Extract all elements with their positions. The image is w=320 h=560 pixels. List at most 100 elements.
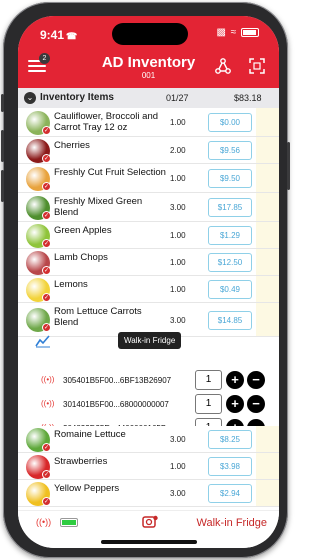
section-total: $83.18 (234, 93, 262, 103)
row-edge (256, 453, 279, 479)
sensor-quantity-input[interactable]: 1 (195, 394, 222, 414)
inventory-list-bottom: ✓ Romaine Lettuce 3.00 $8.25 ✓ Strawberries 1.… (18, 426, 279, 507)
bell-icon: ☎ (66, 31, 78, 41)
item-quantity: 3.00 (170, 315, 186, 325)
page-subtitle: 001 (141, 71, 156, 80)
checkmark-icon: ✓ (42, 153, 51, 163)
minus-icon[interactable]: − (247, 371, 265, 389)
item-price-field[interactable]: $1.29 (208, 226, 252, 245)
list-item[interactable]: ✓ Strawberries 1.00 $3.98 (18, 453, 279, 480)
phone-screen: 9:41 ☎ ▩ ≈ 2 AD Inventory 001 ⌄ Inventor… (18, 16, 279, 548)
sensor-row: ((•)) 305401B5F00...6BF13B26907 1 + − (18, 369, 279, 393)
item-quantity: 1.00 (170, 462, 186, 471)
item-quantity: 3.00 (170, 435, 186, 444)
app-header: 9:41 ☎ ▩ ≈ 2 AD Inventory 001 (18, 16, 279, 88)
chevron-down-icon[interactable]: ⌄ (24, 92, 36, 104)
checkmark-icon: ✓ (42, 323, 51, 332)
row-edge (256, 303, 279, 336)
row-edge (256, 164, 279, 192)
battery-icon (60, 518, 78, 527)
checkmark-icon: ✓ (42, 125, 51, 135)
list-item[interactable]: ✓ Freshly Mixed Green Blend 3.00 $17.85 (18, 193, 279, 222)
row-edge (256, 249, 279, 275)
item-price-field[interactable]: $14.85 (208, 310, 252, 330)
list-item[interactable]: ✓ Yellow Peppers 3.00 $2.94 (18, 480, 279, 507)
dynamic-island (112, 23, 188, 45)
list-item[interactable]: ✓ Green Apples 1.00 $1.29 (18, 222, 279, 249)
sensor-id: 305401B5F00...6BF13B26907 (63, 376, 172, 385)
page-title: AD Inventory (101, 54, 196, 71)
item-quantity: 1.00 (170, 231, 186, 240)
checkmark-icon: ✓ (42, 292, 51, 302)
checkmark-icon: ✓ (42, 238, 51, 248)
item-name: Lemons (54, 279, 88, 290)
minus-icon[interactable]: − (247, 395, 265, 413)
camera-scan-icon[interactable] (142, 515, 158, 529)
item-price-field[interactable]: $2.94 (208, 484, 252, 503)
item-name: Romaine Lettuce (54, 429, 126, 440)
battery-icon (241, 27, 259, 37)
checkmark-icon: ✓ (42, 265, 51, 275)
rfid-signal-icon: ((•)) (41, 399, 55, 408)
item-price-field[interactable]: $9.56 (208, 141, 252, 160)
row-edge (256, 480, 279, 506)
item-name: Green Apples (54, 225, 112, 236)
section-count: 01/27 (166, 93, 189, 103)
item-name: Cauliflower, Broccoli and Carrot Tray 12… (54, 111, 159, 133)
status-indicators: ▩ ≈ (216, 27, 259, 38)
phone-frame: 9:41 ☎ ▩ ≈ 2 AD Inventory 001 ⌄ Inventor… (1, 2, 290, 558)
item-price-field[interactable]: $9.50 (208, 169, 252, 188)
item-quantity: 1.00 (170, 118, 186, 127)
hierarchy-icon[interactable] (214, 57, 232, 75)
item-price-field[interactable]: $17.85 (208, 198, 252, 217)
item-name: Strawberries (54, 456, 108, 467)
section-label: Inventory Items (40, 92, 114, 103)
list-item[interactable]: ✓ Freshly Cut Fruit Selection 1.00 $9.50 (18, 164, 279, 193)
row-edge (256, 222, 279, 248)
mute-switch (1, 94, 4, 112)
item-name: Cherries (54, 140, 90, 151)
row-edge (256, 137, 279, 163)
item-price-field[interactable]: $8.25 (208, 430, 252, 449)
trend-chart-icon[interactable] (35, 334, 51, 348)
home-indicator (101, 540, 197, 544)
sensor-row: ((•)) 301401B5F00...68000000007 1 + − (18, 393, 279, 417)
item-quantity: 3.00 (170, 489, 186, 498)
list-item[interactable]: ✓ Lamb Chops 1.00 $12.50 (18, 249, 279, 276)
volume-up-button (1, 130, 4, 162)
item-quantity: 2.00 (170, 146, 186, 155)
signal-icon: ▩ (216, 27, 227, 38)
item-name: Rom Lettuce Carrots Blend (54, 306, 142, 328)
rfid-signal-icon[interactable]: ((•)) (36, 517, 51, 527)
checkmark-icon: ✓ (42, 442, 51, 452)
sensor-id: 301401B5F00...68000000007 (63, 400, 169, 409)
item-price-field[interactable]: $0.49 (208, 280, 252, 299)
item-price-field[interactable]: $3.98 (208, 457, 252, 476)
item-quantity: 1.00 (170, 174, 186, 183)
location-tooltip: Walk-in Fridge (118, 332, 182, 349)
item-name: Yellow Peppers (54, 483, 120, 494)
scan-icon[interactable] (248, 57, 266, 75)
checkmark-icon: ✓ (42, 210, 51, 220)
sensor-quantity-input[interactable]: 1 (195, 370, 222, 390)
list-item[interactable]: ✓ Romaine Lettuce 3.00 $8.25 (18, 426, 279, 453)
checkmark-icon: ✓ (42, 469, 51, 479)
item-price-field[interactable]: $12.50 (208, 253, 252, 272)
row-edge (256, 193, 279, 221)
list-item[interactable]: ✓ Cauliflower, Broccoli and Carrot Tray 1… (18, 108, 279, 137)
plus-icon[interactable]: + (226, 395, 244, 413)
wifi-icon: ≈ (230, 27, 238, 38)
checkmark-icon: ✓ (42, 496, 51, 506)
location-label[interactable]: Walk-in Fridge (197, 517, 268, 529)
volume-down-button (1, 170, 4, 202)
plus-icon[interactable]: + (226, 371, 244, 389)
item-quantity: 1.00 (170, 285, 186, 294)
item-quantity: 3.00 (170, 203, 186, 212)
item-price-field[interactable]: $0.00 (208, 113, 252, 132)
row-edge (256, 108, 279, 136)
rfid-signal-icon: ((•)) (41, 375, 55, 384)
power-button (287, 142, 290, 190)
list-item[interactable]: ✓ Cherries 2.00 $9.56 (18, 137, 279, 164)
list-item[interactable]: ✓ Lemons 1.00 $0.49 (18, 276, 279, 303)
inventory-section-header[interactable]: ⌄ Inventory Items 01/27 $83.18 (18, 88, 279, 108)
